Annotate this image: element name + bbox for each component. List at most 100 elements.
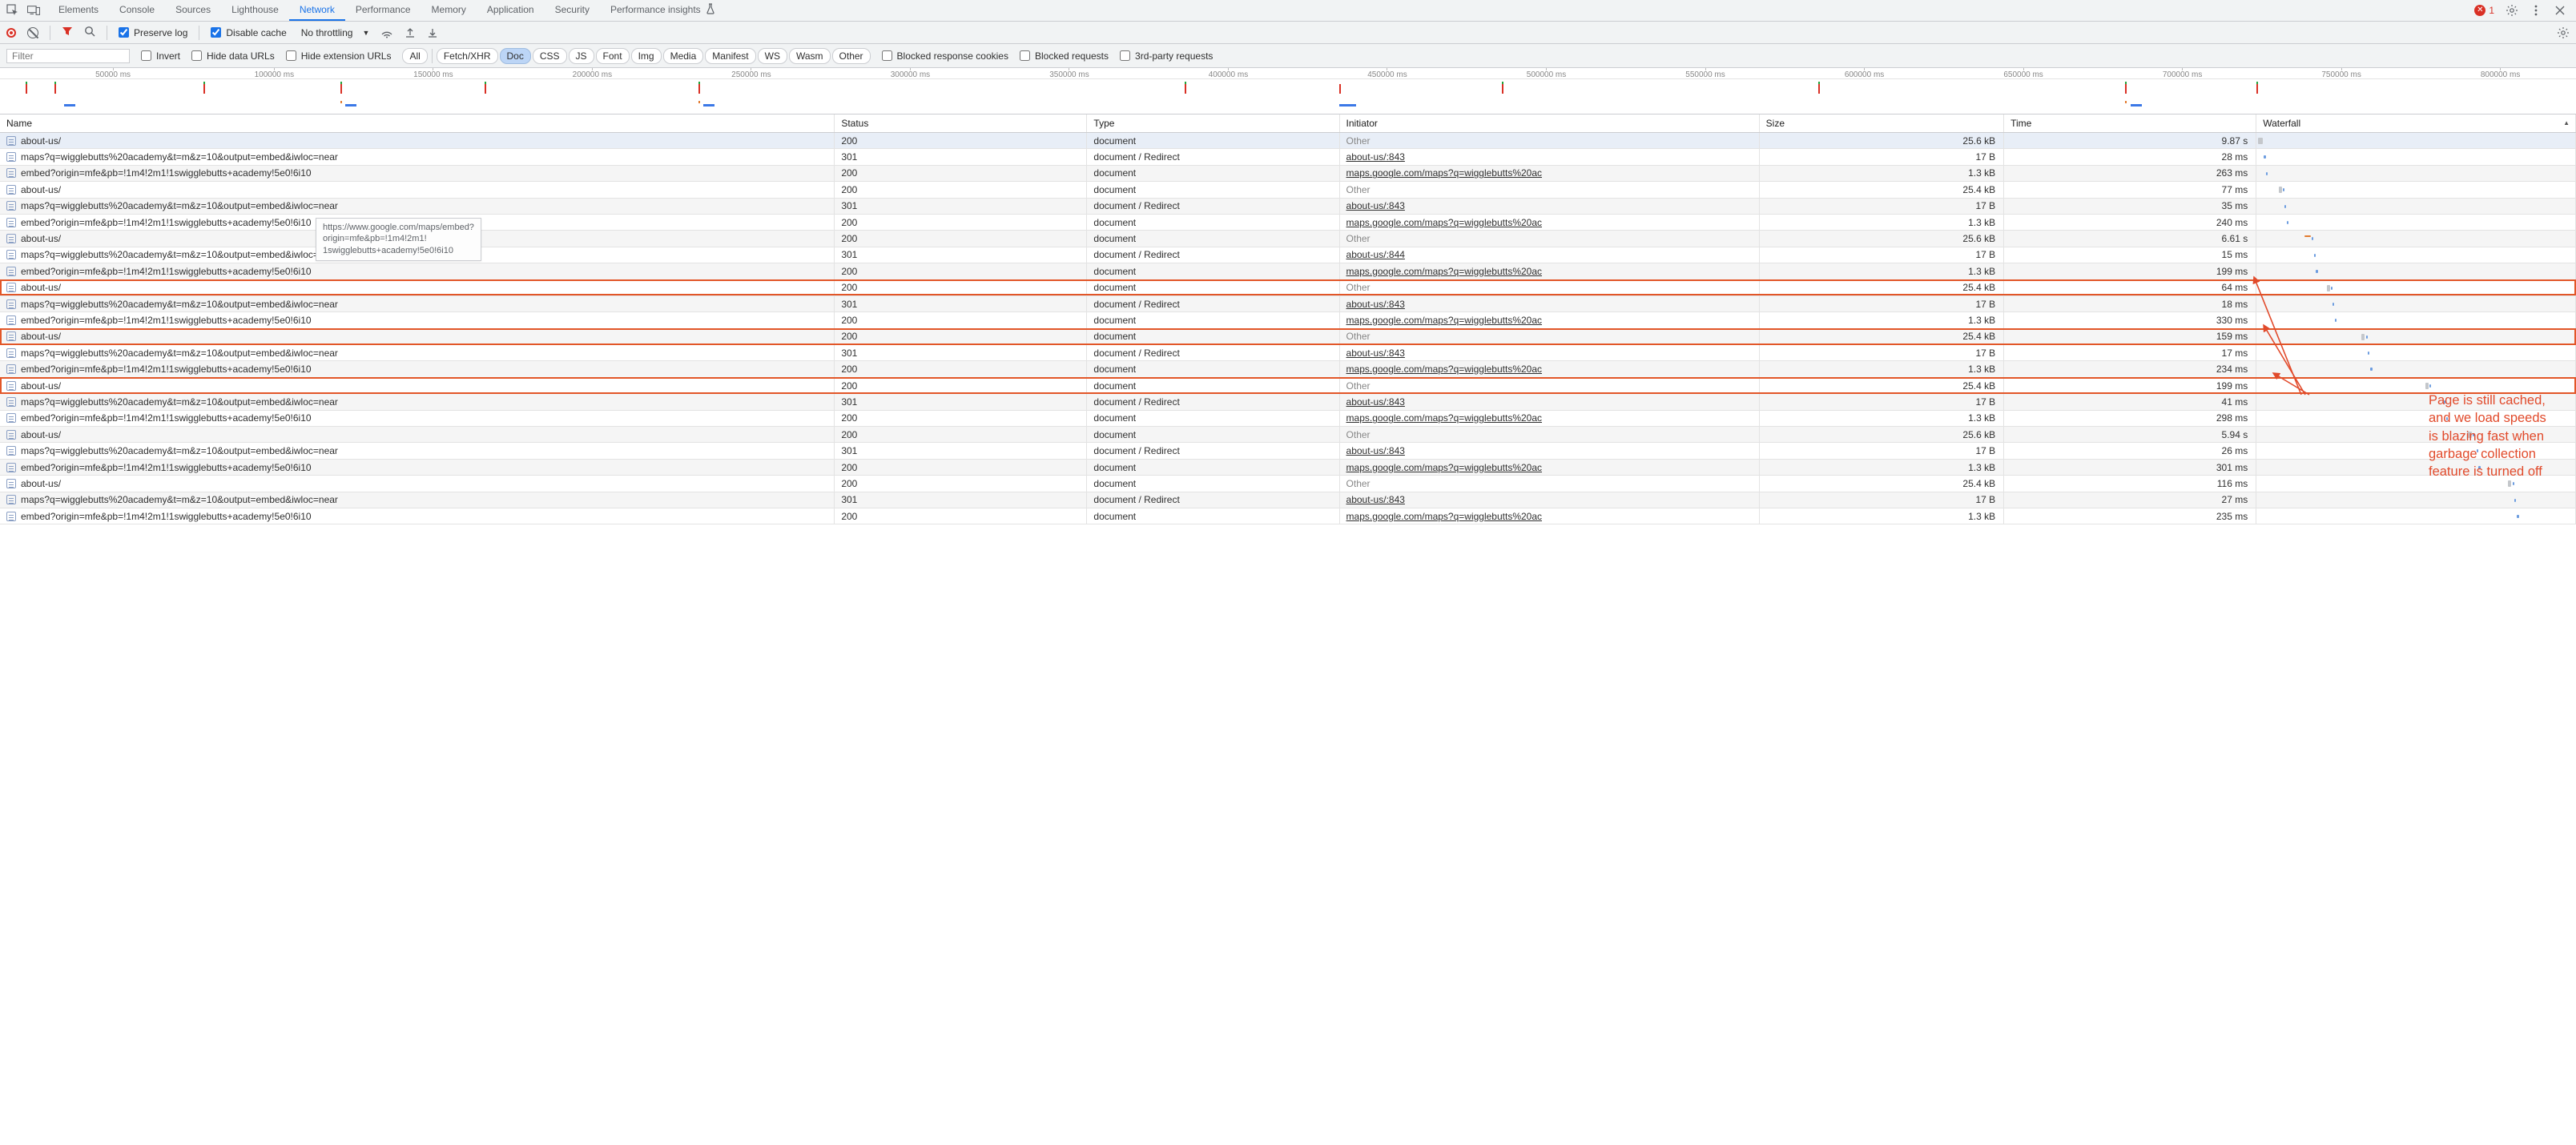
cell-time: 64 ms xyxy=(2004,279,2256,295)
import-har-icon[interactable] xyxy=(427,27,438,38)
timeline-overview[interactable]: 50000 ms100000 ms150000 ms200000 ms25000… xyxy=(0,68,2576,114)
record-button[interactable] xyxy=(6,28,16,38)
table-row[interactable]: embed?origin=mfe&pb=!1m4!2m1!1swigglebut… xyxy=(0,508,2576,524)
throttling-select[interactable]: No throttling ▼ xyxy=(298,26,370,40)
initiator-link[interactable]: maps.google.com/maps?q=wigglebutts%20ac xyxy=(1346,217,1542,228)
export-har-icon[interactable] xyxy=(405,27,416,38)
table-row[interactable]: about-us/200documentOther25.4 kB116 ms xyxy=(0,476,2576,492)
pill-all[interactable]: All xyxy=(402,48,427,64)
hide-extension-urls-checkbox[interactable]: Hide extension URLs xyxy=(286,50,392,62)
cell-time: 159 ms xyxy=(2004,328,2256,344)
cell-initiator: maps.google.com/maps?q=wigglebutts%20ac xyxy=(1339,263,1759,279)
tab-performance[interactable]: Performance xyxy=(345,0,421,21)
table-row[interactable]: embed?origin=mfe&pb=!1m4!2m1!1swigglebut… xyxy=(0,410,2576,426)
disable-cache-label: Disable cache xyxy=(226,27,286,38)
hide-data-urls-checkbox[interactable]: Hide data URLs xyxy=(191,50,275,62)
waterfall-bar xyxy=(2478,466,2480,469)
table-row[interactable]: maps?q=wigglebutts%20academy&t=m&z=10&ou… xyxy=(0,149,2576,165)
initiator-link[interactable]: maps.google.com/maps?q=wigglebutts%20ac xyxy=(1346,364,1542,375)
pill-js[interactable]: JS xyxy=(569,48,594,64)
table-row[interactable]: maps?q=wigglebutts%20academy&t=m&z=10&ou… xyxy=(0,345,2576,361)
tab-console[interactable]: Console xyxy=(109,0,165,21)
close-devtools-icon[interactable] xyxy=(2554,4,2566,17)
col-name[interactable]: Name xyxy=(0,114,835,133)
initiator-link[interactable]: about-us/:844 xyxy=(1346,249,1405,260)
preserve-log-checkbox[interactable]: Preserve log xyxy=(119,27,187,38)
initiator-link[interactable]: maps.google.com/maps?q=wigglebutts%20ac xyxy=(1346,266,1542,277)
table-row[interactable]: embed?origin=mfe&pb=!1m4!2m1!1swigglebut… xyxy=(0,361,2576,377)
blocked-cookies-checkbox[interactable]: Blocked response cookies xyxy=(882,50,1008,62)
col-type[interactable]: Type xyxy=(1087,114,1339,133)
col-size[interactable]: Size xyxy=(1759,114,2003,133)
col-time[interactable]: Time xyxy=(2004,114,2256,133)
initiator-link[interactable]: about-us/:843 xyxy=(1346,151,1405,163)
initiator-link[interactable]: maps.google.com/maps?q=wigglebutts%20ac xyxy=(1346,462,1542,473)
initiator-link[interactable]: about-us/:843 xyxy=(1346,200,1405,211)
third-party-checkbox[interactable]: 3rd-party requests xyxy=(1120,50,1213,62)
table-row[interactable]: maps?q=wigglebutts%20academy&t=m&z=10&ou… xyxy=(0,492,2576,508)
filter-toggle-icon[interactable] xyxy=(62,26,73,39)
initiator-link[interactable]: maps.google.com/maps?q=wigglebutts%20ac xyxy=(1346,167,1542,179)
tab-application[interactable]: Application xyxy=(477,0,545,21)
tab-network[interactable]: Network xyxy=(289,0,345,21)
disable-cache-checkbox[interactable]: Disable cache xyxy=(211,27,286,38)
pill-manifest[interactable]: Manifest xyxy=(705,48,755,64)
cell-type: document xyxy=(1087,231,1339,247)
network-settings-gear-icon[interactable] xyxy=(2557,26,2570,39)
pill-css[interactable]: CSS xyxy=(533,48,567,64)
col-initiator[interactable]: Initiator xyxy=(1339,114,1759,133)
search-icon[interactable] xyxy=(84,26,95,39)
tab-sources[interactable]: Sources xyxy=(165,0,221,21)
initiator-link[interactable]: maps.google.com/maps?q=wigglebutts%20ac xyxy=(1346,412,1542,424)
table-row[interactable]: embed?origin=mfe&pb=!1m4!2m1!1swigglebut… xyxy=(0,459,2576,475)
document-icon xyxy=(6,479,16,488)
tab-memory[interactable]: Memory xyxy=(421,0,477,21)
table-row[interactable]: maps?q=wigglebutts%20academy&t=m&z=10&ou… xyxy=(0,198,2576,214)
blocked-requests-checkbox[interactable]: Blocked requests xyxy=(1020,50,1109,62)
inspect-icon[interactable] xyxy=(6,4,19,17)
more-menu-icon[interactable] xyxy=(2530,4,2542,17)
initiator-link[interactable]: about-us/:843 xyxy=(1346,299,1405,310)
tab-elements[interactable]: Elements xyxy=(48,0,109,21)
table-row[interactable]: maps?q=wigglebutts%20academy&t=m&z=10&ou… xyxy=(0,295,2576,311)
initiator-link[interactable]: maps.google.com/maps?q=wigglebutts%20ac xyxy=(1346,511,1542,522)
network-conditions-icon[interactable] xyxy=(380,27,393,38)
pill-img[interactable]: Img xyxy=(631,48,662,64)
pill-ws[interactable]: WS xyxy=(758,48,787,64)
table-row[interactable]: maps?q=wigglebutts%20academy&t=m&z=10&ou… xyxy=(0,443,2576,459)
filter-input[interactable] xyxy=(6,49,130,63)
table-row[interactable]: embed?origin=mfe&pb=!1m4!2m1!1swigglebut… xyxy=(0,263,2576,279)
table-row[interactable]: embed?origin=mfe&pb=!1m4!2m1!1swigglebut… xyxy=(0,165,2576,181)
document-icon xyxy=(6,152,16,162)
pill-media[interactable]: Media xyxy=(663,48,704,64)
cell-type: document / Redirect xyxy=(1087,149,1339,165)
pill-fetchxhr[interactable]: Fetch/XHR xyxy=(437,48,498,64)
table-row[interactable]: about-us/200documentOther25.4 kB199 ms xyxy=(0,377,2576,393)
pill-wasm[interactable]: Wasm xyxy=(789,48,831,64)
initiator-link[interactable]: about-us/:843 xyxy=(1346,494,1405,505)
table-row[interactable]: about-us/200documentOther25.6 kB9.87 s xyxy=(0,133,2576,149)
pill-doc[interactable]: Doc xyxy=(500,48,531,64)
clear-button[interactable] xyxy=(27,27,38,38)
pill-other[interactable]: Other xyxy=(832,48,871,64)
col-waterfall[interactable]: Waterfall xyxy=(2256,114,2576,133)
invert-checkbox[interactable]: Invert xyxy=(141,50,180,62)
errors-badge[interactable]: ✕1 xyxy=(2474,5,2494,16)
table-row[interactable]: about-us/200documentOther25.4 kB64 ms xyxy=(0,279,2576,295)
table-row[interactable]: maps?q=wigglebutts%20academy&t=m&z=10&ou… xyxy=(0,394,2576,410)
pill-font[interactable]: Font xyxy=(596,48,630,64)
initiator-link[interactable]: about-us/:843 xyxy=(1346,396,1405,408)
initiator-link[interactable]: maps.google.com/maps?q=wigglebutts%20ac xyxy=(1346,315,1542,326)
initiator-link[interactable]: about-us/:843 xyxy=(1346,348,1405,359)
table-row[interactable]: about-us/200documentOther25.6 kB5.94 s xyxy=(0,427,2576,443)
col-status[interactable]: Status xyxy=(835,114,1087,133)
table-row[interactable]: about-us/200documentOther25.4 kB77 ms xyxy=(0,182,2576,198)
initiator-link[interactable]: about-us/:843 xyxy=(1346,445,1405,456)
tab-lighthouse[interactable]: Lighthouse xyxy=(221,0,289,21)
settings-gear-icon[interactable] xyxy=(2506,4,2518,17)
device-toggle-icon[interactable] xyxy=(27,4,40,17)
table-row[interactable]: about-us/200documentOther25.4 kB159 ms xyxy=(0,328,2576,344)
tab-security[interactable]: Security xyxy=(545,0,600,21)
table-row[interactable]: embed?origin=mfe&pb=!1m4!2m1!1swigglebut… xyxy=(0,312,2576,328)
tab-performance-insights[interactable]: Performance insights xyxy=(600,0,726,21)
